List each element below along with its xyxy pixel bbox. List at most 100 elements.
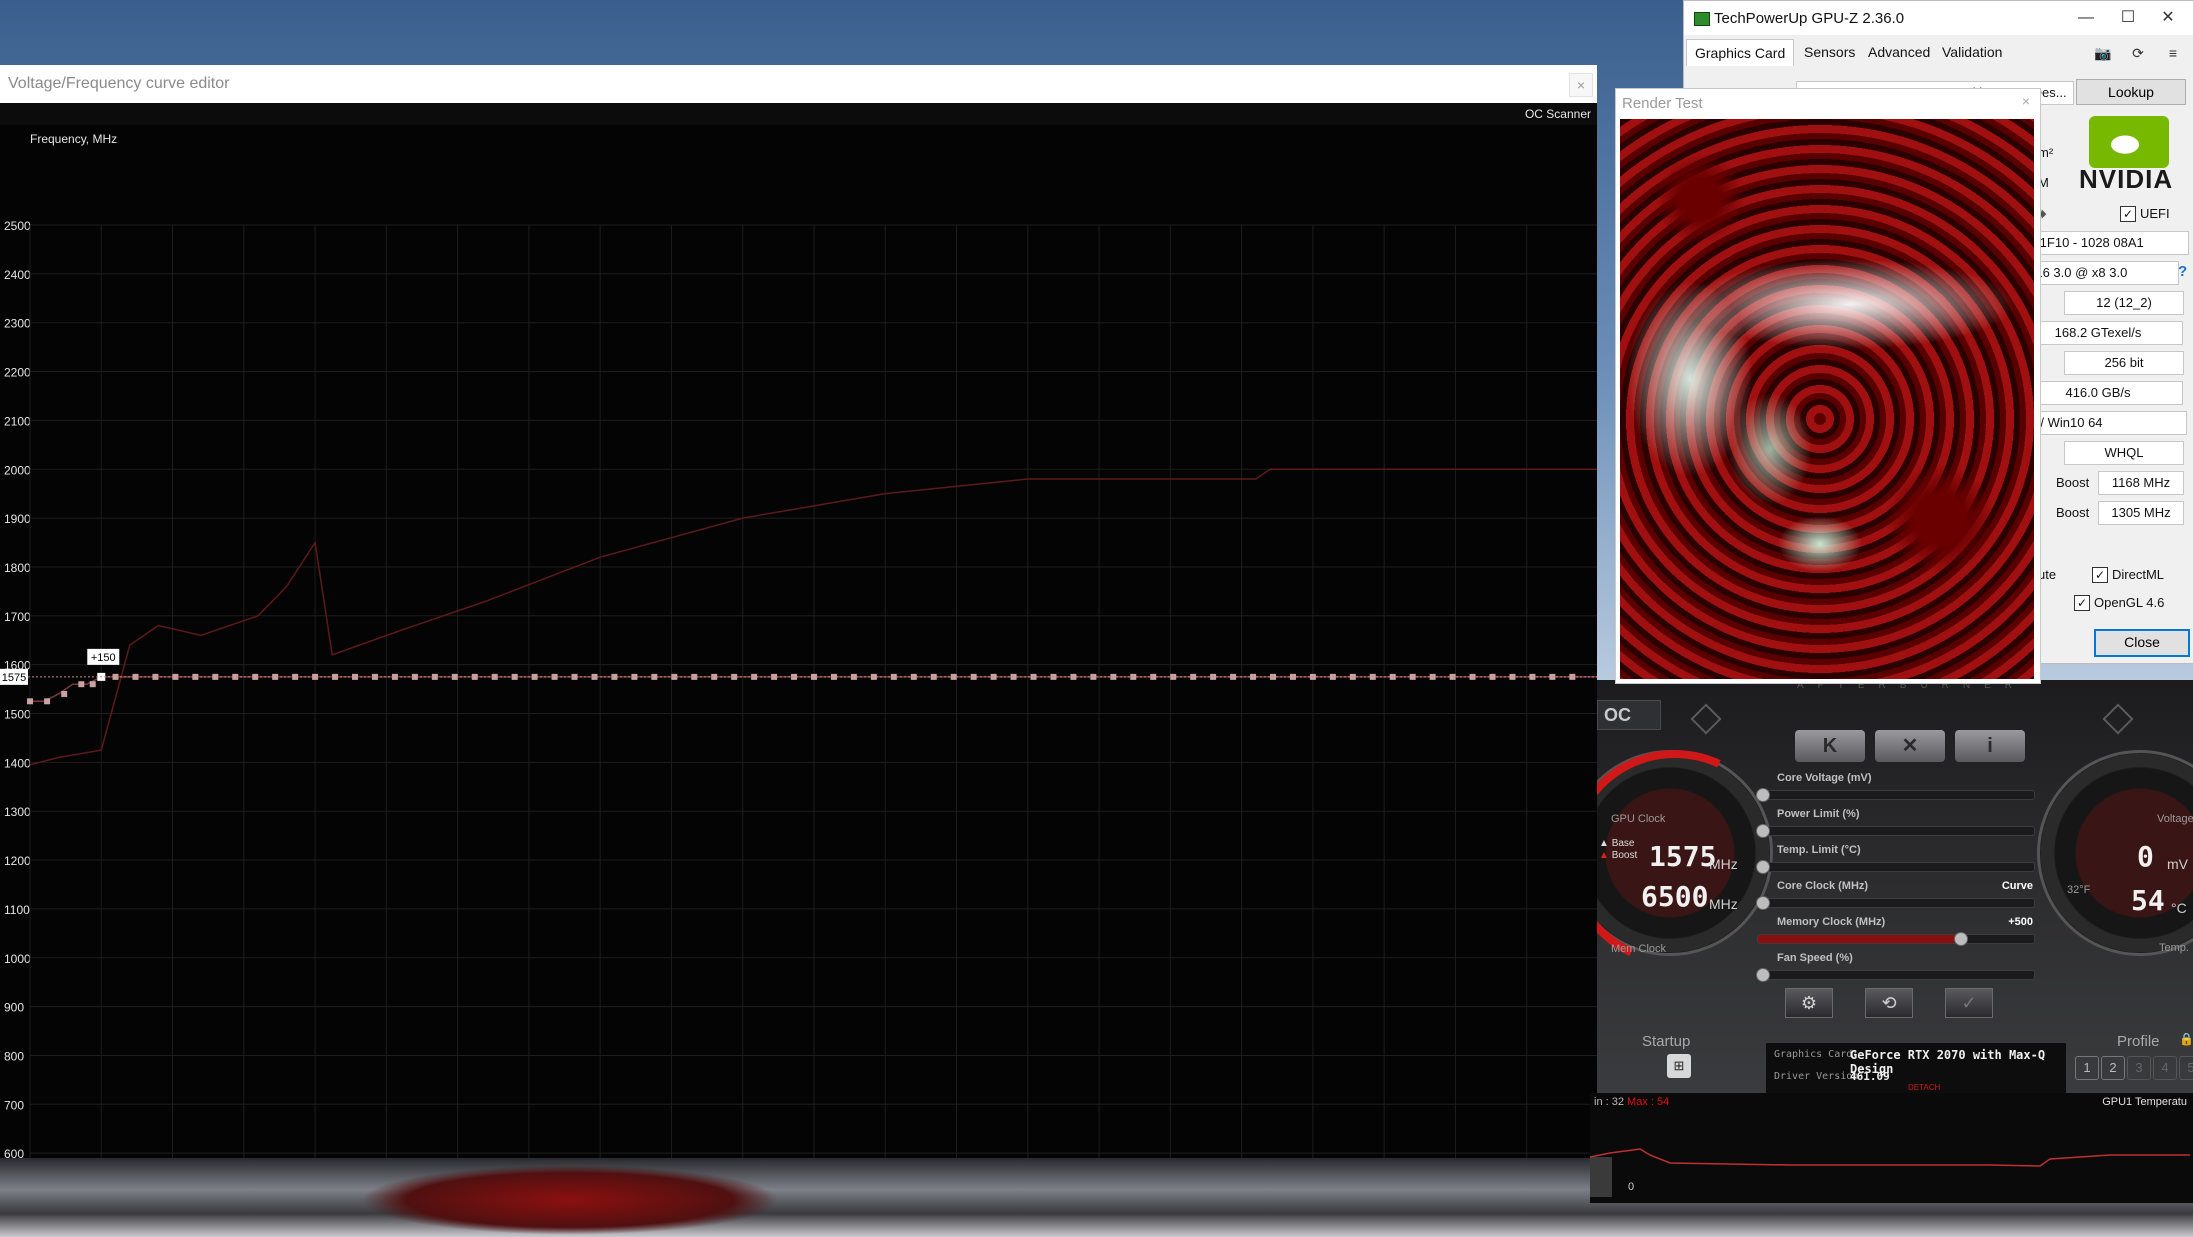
memory-clock-label: Memory Clock (MHz)	[1777, 916, 1886, 928]
fan-speed-slider[interactable]	[1756, 968, 2035, 982]
opengl-label: OpenGL 4.6	[2094, 595, 2165, 610]
maximize-button[interactable]: ☐	[2108, 5, 2148, 31]
y-tick-label: 2100	[4, 414, 31, 428]
temp-unit: °C	[2171, 900, 2187, 916]
curve-point	[61, 690, 68, 697]
tab-graphics-card[interactable]: Graphics Card	[1686, 39, 1795, 66]
curve-editor-toolbar	[0, 103, 1597, 125]
mem-clock-label: Mem Clock	[1611, 943, 1667, 955]
boost-label-2: Boost	[2056, 505, 2090, 520]
camera-icon[interactable]: 📷	[2094, 45, 2112, 61]
core-voltage-knob[interactable]	[1756, 788, 1770, 802]
boost-label: Boost	[1611, 850, 1638, 861]
profile-5-button[interactable]: 5	[2179, 1056, 2193, 1080]
fan-speed-knob[interactable]	[1756, 968, 1770, 982]
gpu-clock-label: GPU Clock	[1611, 813, 1666, 825]
curve-editor-window: Voltage/Frequency curve editor × OC Scan…	[0, 65, 1612, 1237]
info-button[interactable]: i	[1955, 730, 2025, 762]
temp-limit-slider[interactable]	[1756, 860, 2035, 874]
render-test-close-button[interactable]: ×	[2016, 93, 2036, 113]
y-tick-label: 1400	[4, 756, 31, 770]
power-limit-knob[interactable]	[1756, 824, 1770, 838]
refresh-icon[interactable]: ⟳	[2129, 45, 2147, 61]
mem-clock-unit: MHz	[1709, 896, 1738, 912]
bus-help-icon[interactable]: ?	[2178, 263, 2187, 280]
reset-button[interactable]: ⟲	[1865, 988, 1913, 1018]
temp-limit-knob[interactable]	[1756, 860, 1770, 874]
detach-button[interactable]: DETACH	[1908, 1083, 1940, 1092]
profile-2-button[interactable]: 2	[2101, 1056, 2125, 1080]
directml-label: DirectML	[2112, 567, 2165, 582]
uefi-label: UEFI	[2140, 206, 2170, 221]
curve-point	[89, 681, 96, 688]
y-tick-label: 1800	[4, 561, 31, 575]
minimize-button[interactable]: —	[2066, 5, 2106, 31]
windows-startup-icon[interactable]: ⊞	[1667, 1054, 1691, 1078]
uefi-checkbox[interactable]: ✓	[2120, 206, 2136, 222]
msi-logo-button[interactable]: ✕	[1875, 730, 1945, 762]
core-clock-slider[interactable]	[1756, 896, 2035, 910]
profile-4-button[interactable]: 4	[2153, 1056, 2177, 1080]
voltage-temp-gauge	[2037, 750, 2193, 956]
y-tick-label: 1000	[4, 952, 31, 966]
gpu-info-panel: Graphics Card: GeForce RTX 2070 with Max…	[1765, 1042, 2067, 1094]
core-clock-label: Core Clock (MHz)	[1777, 880, 1869, 892]
graphics-card-label: Graphics Card:	[1774, 1049, 1859, 1060]
gpuz-close-button[interactable]: Close	[2094, 629, 2190, 657]
y-tick-label: 1300	[4, 805, 31, 819]
lookup-button[interactable]: Lookup	[2076, 79, 2186, 105]
offset-tag-label: +150	[91, 652, 116, 664]
menu-icon[interactable]: ≡	[2164, 45, 2182, 61]
temperature-line	[1590, 1148, 2190, 1167]
core-voltage-label: Core Voltage (mV)	[1777, 772, 1872, 784]
driver-version-value: 461.09	[1850, 1070, 1890, 1083]
curve-editor-title: Voltage/Frequency curve editor	[8, 75, 230, 92]
selected-frequency-label: 1575	[2, 672, 26, 684]
memory-clock-slider[interactable]	[1757, 932, 2035, 946]
opengl-checkbox[interactable]: ✓	[2074, 595, 2090, 611]
directx-field: 12 (12_2)	[2064, 291, 2184, 315]
y-tick-label: 700	[4, 1098, 24, 1112]
render-test-title: Render Test	[1622, 95, 1703, 112]
profile-lock-icon[interactable]: 🔒	[2179, 1032, 2193, 1046]
directml-checkbox[interactable]: ✓	[2092, 567, 2108, 583]
voltage-label: Voltage	[2157, 813, 2193, 825]
hex-right-icon	[2102, 703, 2134, 735]
curve-plot[interactable]: 2500 2400 2300 2200 2100 2000 1900 1800 1700 1600…	[0, 125, 1612, 1237]
temp-label: Temp.	[2159, 942, 2189, 954]
apply-button[interactable]: ✓	[1945, 988, 1993, 1018]
core-voltage-slider[interactable]	[1756, 788, 2035, 802]
tab-advanced[interactable]: Advanced	[1860, 39, 1938, 65]
power-limit-slider[interactable]	[1756, 824, 2035, 838]
oc-scanner-button[interactable]: OC Scanner	[1525, 107, 1591, 121]
render-test-window: Render Test ×	[1615, 88, 2041, 684]
gpuz-titlebar[interactable]: TechPowerUp GPU-Z 2.36.0 — ☐ ✕	[1684, 1, 2193, 35]
bus-width-field: 256 bit	[2064, 351, 2184, 375]
memory-clock-knob[interactable]	[1954, 932, 1968, 946]
y-tick-label: 1100	[4, 903, 30, 917]
k-boost-button[interactable]: K	[1795, 730, 1865, 762]
curve-chart[interactable]: 2500240023002200210020001900180017001600…	[0, 125, 1612, 1237]
gpu-clock-value: 1575	[1649, 840, 1717, 873]
y-tick-label: 2000	[4, 463, 31, 477]
gpuz-app-icon	[1694, 12, 1710, 26]
curve-point	[27, 698, 33, 705]
core-clock-knob[interactable]	[1756, 896, 1770, 910]
temp-value: 54	[2131, 884, 2165, 917]
gpuz-title: TechPowerUp GPU-Z 2.36.0	[1714, 10, 1905, 27]
profile-3-button[interactable]: 3	[2127, 1056, 2151, 1080]
curve-editor-titlebar[interactable]: Voltage/Frequency curve editor ×	[0, 65, 1597, 104]
curve-editor-close-button[interactable]: ×	[1569, 73, 1593, 97]
close-button[interactable]: ✕	[2148, 5, 2188, 31]
hex-left-icon	[1690, 703, 1722, 735]
profile-1-button[interactable]: 1	[2075, 1056, 2099, 1080]
monitoring-graph-panel: in : 32 Max : 54 GPU1 Temperatu 0	[1590, 1093, 2193, 1203]
settings-button[interactable]: ⚙	[1785, 988, 1833, 1018]
oc-scanner-icon[interactable]: OC	[1597, 700, 1661, 730]
afterburner-window: AFTERBURNER OC K ✕ i GPU Clock Mem Clock…	[1597, 680, 2193, 1100]
tab-sensors[interactable]: Sensors	[1796, 39, 1863, 65]
tab-validation[interactable]: Validation	[1934, 39, 2010, 65]
boost-label-1: Boost	[2056, 475, 2090, 490]
power-limit-label: Power Limit (%)	[1777, 808, 1860, 820]
temp-fahrenheit: 32°F	[2067, 884, 2091, 896]
